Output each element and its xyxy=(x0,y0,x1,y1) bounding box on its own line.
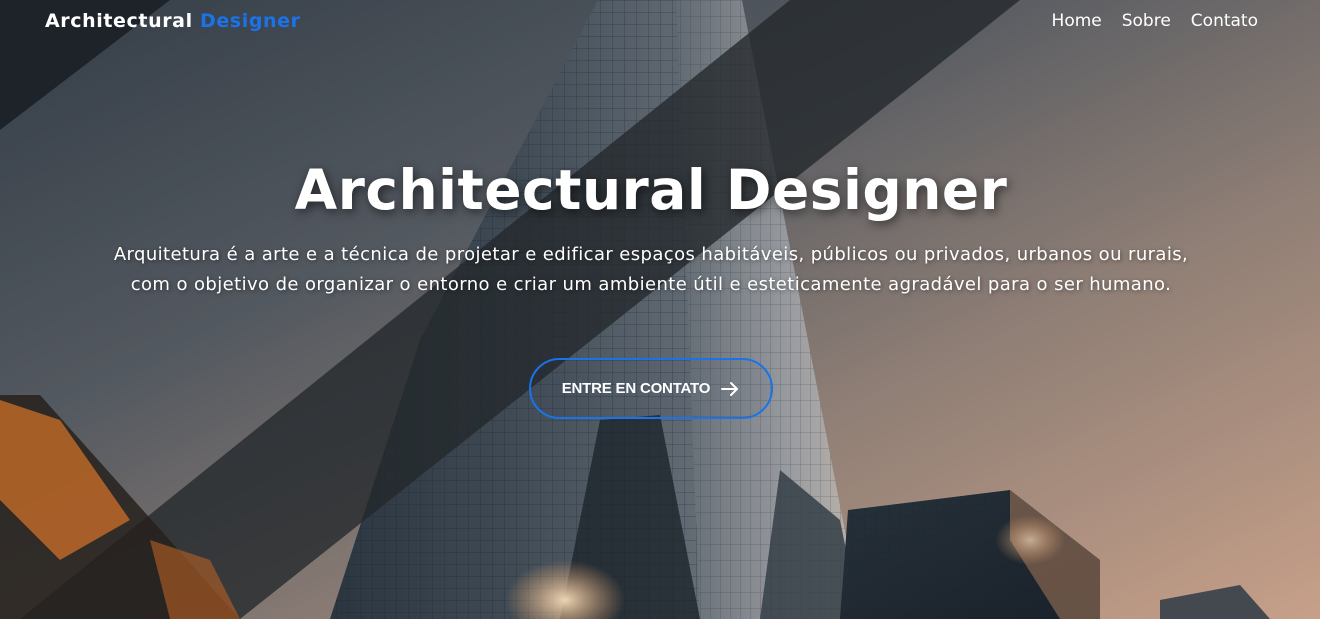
brand-main-text: Architectural xyxy=(45,10,193,32)
nav-link-home[interactable]: Home xyxy=(1052,11,1102,31)
hero-title: Architectural Designer xyxy=(294,158,1008,222)
brand-logo[interactable]: Architectural Designer xyxy=(45,10,301,32)
navbar: Architectural Designer Home Sobre Contat… xyxy=(0,0,1320,46)
hero-description: Arquitetura é a arte e a técnica de proj… xyxy=(113,244,1189,295)
arrow-right-icon xyxy=(720,381,740,397)
contact-cta-button[interactable]: ENTRE EN CONTATO xyxy=(529,358,773,419)
nav-link-contato[interactable]: Contato xyxy=(1191,11,1258,31)
nav-links: Home Sobre Contato xyxy=(1052,11,1258,31)
background-image xyxy=(0,0,1320,619)
nav-link-sobre[interactable]: Sobre xyxy=(1122,11,1171,31)
brand-accent-text: Designer xyxy=(199,10,301,32)
cta-label: ENTRE EN CONTATO xyxy=(561,380,711,397)
hero-section: Architectural Designer Home Sobre Contat… xyxy=(0,0,1320,619)
